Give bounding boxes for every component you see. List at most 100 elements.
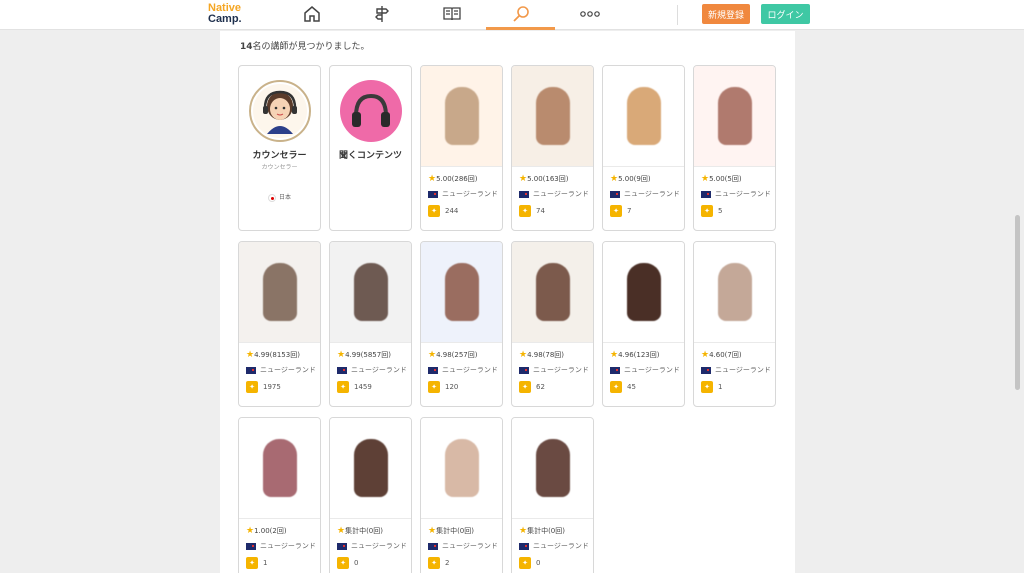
teacher-rating-value: 集計中(0回) <box>436 527 474 535</box>
bookmark-icon: ✦ <box>428 381 440 393</box>
signpost-icon[interactable] <box>370 3 394 25</box>
header-divider <box>677 5 678 25</box>
nz-flag-icon <box>428 366 438 374</box>
teacher-bookmarks[interactable]: ✦ 1459 <box>337 381 372 393</box>
teacher-card[interactable]: ★4.98(78回) ニュージーランド ✦ 62 <box>511 241 594 407</box>
teacher-country-label: ニュージーランド <box>351 366 407 374</box>
teacher-rating: ★4.99(8153回) <box>246 350 300 360</box>
nz-flag-icon <box>246 366 256 374</box>
star-icon: ★ <box>519 174 528 184</box>
teacher-bookmarks[interactable]: ✦ 45 <box>610 381 636 393</box>
book-icon[interactable] <box>440 3 464 25</box>
card-divider <box>330 342 411 343</box>
card-divider <box>603 342 684 343</box>
teacher-card[interactable]: ★5.00(163回) ニュージーランド ✦ 74 <box>511 65 594 231</box>
teacher-rating: ★4.60(7回) <box>701 350 742 360</box>
nz-flag-icon <box>701 190 711 198</box>
search-icon[interactable] <box>509 3 533 25</box>
nz-flag-icon <box>610 366 620 374</box>
teacher-photo <box>603 242 684 342</box>
card-divider <box>239 342 320 343</box>
teacher-bookmark-count: 120 <box>445 383 459 391</box>
teacher-bookmarks[interactable]: ✦ 62 <box>519 381 545 393</box>
teacher-bookmarks[interactable]: ✦ 244 <box>428 205 458 217</box>
more-icon[interactable] <box>578 3 602 25</box>
login-button[interactable]: ログイン <box>761 4 810 24</box>
teacher-face <box>717 87 752 145</box>
teacher-bookmark-count: 1975 <box>263 383 281 391</box>
teacher-card[interactable]: ★集計中(0回) ニュージーランド ✦ 0 <box>511 417 594 573</box>
bookmark-icon: ✦ <box>337 381 349 393</box>
card-divider <box>512 166 593 167</box>
counselor-avatar <box>249 80 311 142</box>
nz-flag-icon <box>428 542 438 550</box>
teacher-bookmarks[interactable]: ✦ 5 <box>701 205 722 217</box>
teacher-bookmarks[interactable]: ✦ 1 <box>701 381 722 393</box>
teacher-card[interactable]: ★集計中(0回) ニュージーランド ✦ 2 <box>420 417 503 573</box>
teacher-card[interactable]: ★集計中(0回) ニュージーランド ✦ 0 <box>329 417 412 573</box>
teacher-country: ニュージーランド <box>337 365 407 375</box>
card-divider <box>512 518 593 519</box>
result-label: 名の講師が見つかりました。 <box>252 42 370 52</box>
teacher-country-label: ニュージーランド <box>624 190 680 198</box>
teacher-card[interactable]: ★5.00(9回) ニュージーランド ✦ 7 <box>602 65 685 231</box>
japan-flag-icon <box>267 193 276 202</box>
teacher-bookmarks[interactable]: ✦ 0 <box>519 557 540 569</box>
teacher-card[interactable]: ★4.99(5857回) ニュージーランド ✦ 1459 <box>329 241 412 407</box>
teacher-card[interactable]: ★4.98(257回) ニュージーランド ✦ 120 <box>420 241 503 407</box>
teacher-card[interactable]: ★5.00(5回) ニュージーランド ✦ 5 <box>693 65 776 231</box>
teacher-card[interactable]: ★1.00(2回) ニュージーランド ✦ 1 <box>238 417 321 573</box>
teacher-country: ニュージーランド <box>701 189 771 199</box>
teacher-rating-value: 5.00(286回) <box>436 175 478 183</box>
register-button[interactable]: 新規登録 <box>702 4 750 24</box>
teacher-face <box>262 439 297 497</box>
teacher-rating-value: 5.00(163回) <box>527 175 569 183</box>
teacher-country: ニュージーランド <box>337 541 407 551</box>
teacher-photo <box>603 66 684 166</box>
star-icon: ★ <box>519 526 528 536</box>
teacher-rating: ★4.98(257回) <box>428 350 478 360</box>
nz-flag-icon <box>337 366 347 374</box>
listening-content-card[interactable]: 聞くコンテンツ <box>329 65 412 231</box>
teacher-bookmark-count: 74 <box>536 207 545 215</box>
teacher-rating: ★集計中(0回) <box>337 526 383 536</box>
card-divider <box>239 518 320 519</box>
teacher-card[interactable]: ★5.00(286回) ニュージーランド ✦ 244 <box>420 65 503 231</box>
teacher-country: ニュージーランド <box>428 541 498 551</box>
teacher-country: ニュージーランド <box>610 189 680 199</box>
teacher-photo <box>421 418 502 518</box>
star-icon: ★ <box>428 526 437 536</box>
teacher-bookmarks[interactable]: ✦ 120 <box>428 381 458 393</box>
teacher-bookmarks[interactable]: ✦ 74 <box>519 205 545 217</box>
teacher-rating: ★集計中(0回) <box>428 526 474 536</box>
star-icon: ★ <box>428 350 437 360</box>
teacher-face <box>353 263 388 321</box>
teacher-card[interactable]: ★4.96(123回) ニュージーランド ✦ 45 <box>602 241 685 407</box>
teacher-rating: ★4.96(123回) <box>610 350 660 360</box>
teacher-bookmarks[interactable]: ✦ 1975 <box>246 381 281 393</box>
teacher-country: ニュージーランド <box>610 365 680 375</box>
teacher-bookmarks[interactable]: ✦ 0 <box>337 557 358 569</box>
teacher-bookmarks[interactable]: ✦ 2 <box>428 557 449 569</box>
native-camp-logo[interactable]: Native Camp. <box>208 3 242 25</box>
teacher-rating: ★4.99(5857回) <box>337 350 391 360</box>
page-scrollbar[interactable] <box>1015 215 1020 390</box>
teacher-rating-value: 集計中(0回) <box>527 527 565 535</box>
home-icon[interactable] <box>300 3 324 25</box>
teacher-country-label: ニュージーランド <box>624 366 680 374</box>
teacher-bookmarks[interactable]: ✦ 1 <box>246 557 267 569</box>
teacher-country-label: ニュージーランド <box>442 190 498 198</box>
teacher-bookmarks[interactable]: ✦ 7 <box>610 205 631 217</box>
teacher-rating-value: 4.60(7回) <box>709 351 742 359</box>
teacher-face <box>717 263 752 321</box>
nz-flag-icon <box>337 542 347 550</box>
teacher-card[interactable]: ★4.60(7回) ニュージーランド ✦ 1 <box>693 241 776 407</box>
teacher-photo <box>512 66 593 166</box>
teacher-country: ニュージーランド <box>246 541 316 551</box>
teacher-rating-value: 5.00(5回) <box>709 175 742 183</box>
teacher-card[interactable]: ★4.99(8153回) ニュージーランド ✦ 1975 <box>238 241 321 407</box>
counselor-card[interactable]: カウンセラー カウンセラー 日本 <box>238 65 321 231</box>
nz-flag-icon <box>701 366 711 374</box>
card-divider <box>512 342 593 343</box>
teacher-bookmark-count: 0 <box>354 559 359 567</box>
